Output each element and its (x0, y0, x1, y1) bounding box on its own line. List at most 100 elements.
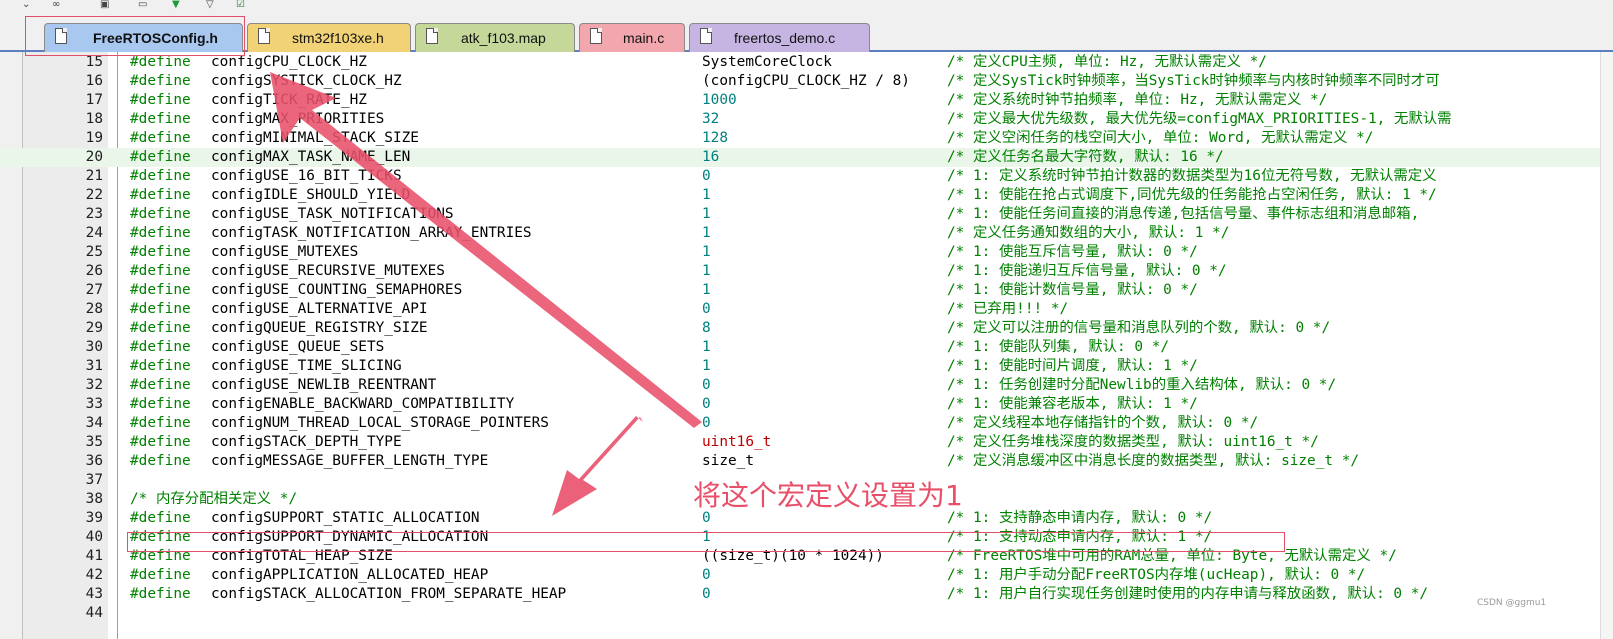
download-arrow-icon[interactable]: ▼ (172, 0, 180, 10)
macro-value: (configCPU_CLOCK_HZ / 8) (702, 73, 910, 89)
macro-value: uint16_t (702, 434, 772, 450)
tab-main-c[interactable]: main.c (579, 23, 685, 52)
code-line[interactable]: 19 #define configMINIMAL_STACK_SIZE 128 /* 定… (0, 129, 1613, 148)
line-number: 20 (85, 149, 103, 165)
macro-value: 1000 (702, 92, 737, 108)
line-comment: /* 1: 使能递归互斥信号量, 默认: 0 */ (947, 263, 1227, 279)
line-number: 28 (85, 301, 103, 317)
code-line[interactable]: 22 #define configIDLE_SHOULD_YIELD 1 /* 1: 使… (0, 186, 1613, 205)
macro-name: configQUEUE_REGISTRY_SIZE (211, 320, 428, 336)
macro-name: configUSE_ALTERNATIVE_API (211, 301, 428, 317)
macro-value: 0 (702, 168, 711, 184)
line-number: 37 (85, 472, 103, 488)
code-line[interactable]: 21 #define configUSE_16_BIT_TICKS 0 /* 1: 定义… (0, 167, 1613, 186)
highlight-box-active-tab (25, 16, 245, 56)
toolbar: ⌄ ∞ ▣ ▭ ▼ ▽ ☑ (0, 0, 1613, 14)
line-number: 23 (85, 206, 103, 222)
macro-name: configUSE_NEWLIB_REENTRANT (211, 377, 437, 393)
vertical-scrollbar[interactable] (1600, 52, 1613, 639)
define-keyword: #define (130, 586, 191, 602)
tab-stm32f103xe-h[interactable]: stm32f103xe.h (247, 23, 411, 52)
window-icon[interactable]: ▭ (138, 0, 147, 10)
code-line[interactable]: 34 #define configNUM_THREAD_LOCAL_STORAGE_… (0, 414, 1613, 433)
build-icon[interactable]: ▣ (100, 0, 109, 10)
code-line[interactable]: 27 #define configUSE_COUNTING_SEMAPHORES 1 /… (0, 281, 1613, 300)
macro-name: configUSE_COUNTING_SEMAPHORES (211, 282, 463, 298)
code-line[interactable]: 33 #define configENABLE_BACKWARD_COMPATIBI… (0, 395, 1613, 414)
line-comment: /* 定义消息缓冲区中消息长度的数据类型, 默认: size_t */ (947, 453, 1360, 469)
code-line[interactable]: 36 #define configMESSAGE_BUFFER_LENGTH_TYP… (0, 452, 1613, 471)
line-comment: /* 定义任务名最大字符数, 默认: 16 */ (947, 149, 1224, 165)
tab-atk-f103-map[interactable]: atk_f103.map (415, 23, 575, 52)
line-number: 24 (85, 225, 103, 241)
macro-name: configTICK_RATE_HZ (211, 92, 367, 108)
macro-name: configSTACK_DEPTH_TYPE (211, 434, 402, 450)
line-number: 30 (85, 339, 103, 355)
macro-value: size_t (702, 453, 754, 469)
macro-value: 1 (702, 358, 711, 374)
line-comment: /* 定义SysTick时钟频率，当SysTick时钟频率与内核时钟频率不同时才… (947, 73, 1440, 89)
tab-freertos-demo-c[interactable]: freertos_demo.c (689, 23, 870, 52)
line-number: 41 (85, 548, 103, 564)
macro-name: configNUM_THREAD_LOCAL_STORAGE_POINTERS (211, 415, 549, 431)
define-keyword: #define (130, 453, 191, 469)
code-line[interactable]: 28 #define configUSE_ALTERNATIVE_API 0 /* 已弃… (0, 300, 1613, 319)
define-keyword: #define (130, 339, 191, 355)
macro-name: configMESSAGE_BUFFER_LENGTH_TYPE (211, 453, 489, 469)
macro-value: 0 (702, 377, 711, 393)
macro-value: 1 (702, 244, 711, 260)
macro-name: configMAX_TASK_NAME_LEN (211, 149, 411, 165)
define-keyword: #define (130, 377, 191, 393)
macro-value: 1 (702, 187, 711, 203)
code-line[interactable]: 26 #define configUSE_RECURSIVE_MUTEXES 1 /* … (0, 262, 1613, 281)
line-comment: /* 1: 定义系统时钟节拍计数器的数据类型为16位无符号数, 无默认需定义 (947, 168, 1437, 184)
macro-name: configIDLE_SHOULD_YIELD (211, 187, 411, 203)
code-line[interactable]: 42 #define configAPPLICATION_ALLOCATED_HEA… (0, 566, 1613, 585)
line-comment: /* 1: 使能互斥信号量, 默认: 0 */ (947, 244, 1198, 260)
define-keyword: #define (130, 130, 191, 146)
line-comment: /* 1: 使能在抢占式调度下,同优先级的任务能抢占空闲任务, 默认: 1 */ (947, 187, 1437, 203)
line-comment: /* 定义空闲任务的栈空间大小, 单位: Word, 无默认需定义 */ (947, 130, 1374, 146)
file-icon (590, 28, 602, 44)
define-keyword: #define (130, 396, 191, 412)
line-number: 31 (85, 358, 103, 374)
code-line[interactable]: 32 #define configUSE_NEWLIB_REENTRANT 0 /* 1… (0, 376, 1613, 395)
tab-label: freertos_demo.c (734, 30, 836, 46)
code-line[interactable]: 29 #define configQUEUE_REGISTRY_SIZE 8 /* 定义… (0, 319, 1613, 338)
code-line[interactable]: 31 #define configUSE_TIME_SLICING 1 /* 1: 使能… (0, 357, 1613, 376)
code-line[interactable]: 17 #define configTICK_RATE_HZ 1000 /* 定义系统时钟… (0, 91, 1613, 110)
macro-value: 0 (702, 586, 711, 602)
line-number: 35 (85, 434, 103, 450)
macro-name: configUSE_TASK_NOTIFICATIONS (211, 206, 454, 222)
line-comment: /* 定义任务通知数组的大小, 默认: 1 */ (947, 225, 1230, 241)
code-line[interactable]: 23 #define configUSE_TASK_NOTIFICATIONS 1 /*… (0, 205, 1613, 224)
tab-label: stm32f103xe.h (292, 30, 384, 46)
define-keyword: #define (130, 111, 191, 127)
line-number: 44 (85, 605, 103, 621)
code-line[interactable]: 24 #define configTASK_NOTIFICATION_ARRAY_E… (0, 224, 1613, 243)
line-number: 18 (85, 111, 103, 127)
define-keyword: #define (130, 187, 191, 203)
check-window-icon[interactable]: ☑ (236, 0, 245, 10)
line-number: 40 (85, 529, 103, 545)
line-number: 39 (85, 510, 103, 526)
code-line[interactable]: 30 #define configUSE_QUEUE_SETS 1 /* 1: 使能队列… (0, 338, 1613, 357)
line-number: 16 (85, 73, 103, 89)
line-comment: /* 1: 用户自行实现任务创建时使用的内存申请与释放函数, 默认: 0 */ (947, 586, 1429, 602)
filter-icon[interactable]: ▽ (206, 0, 214, 10)
code-line[interactable]: 20 #define configMAX_TASK_NAME_LEN 16 /* 定义任… (0, 148, 1613, 167)
code-line[interactable]: 35 #define configSTACK_DEPTH_TYPE uint16_t /… (0, 433, 1613, 452)
file-icon (426, 28, 438, 44)
code-line[interactable]: 44 (0, 604, 1613, 623)
code-line[interactable]: 25 #define configUSE_MUTEXES 1 /* 1: 使能互斥信号量… (0, 243, 1613, 262)
dropdown-icon[interactable]: ⌄ (22, 0, 30, 10)
binoculars-icon[interactable]: ∞ (52, 0, 60, 10)
define-keyword: #define (130, 567, 191, 583)
code-line[interactable]: 43 #define configSTACK_ALLOCATION_FROM_SEP… (0, 585, 1613, 604)
line-number: 26 (85, 263, 103, 279)
code-line[interactable]: 16 #define configSYSTICK_CLOCK_HZ (configCP… (0, 72, 1613, 91)
line-number: 21 (85, 168, 103, 184)
code-line[interactable]: 18 #define configMAX_PRIORITIES 32 /* 定义最大优先… (0, 110, 1613, 129)
line-comment: /* 1: 使能队列集, 默认: 0 */ (947, 339, 1170, 355)
line-comment: /* 1: 使能时间片调度, 默认: 1 */ (947, 358, 1198, 374)
